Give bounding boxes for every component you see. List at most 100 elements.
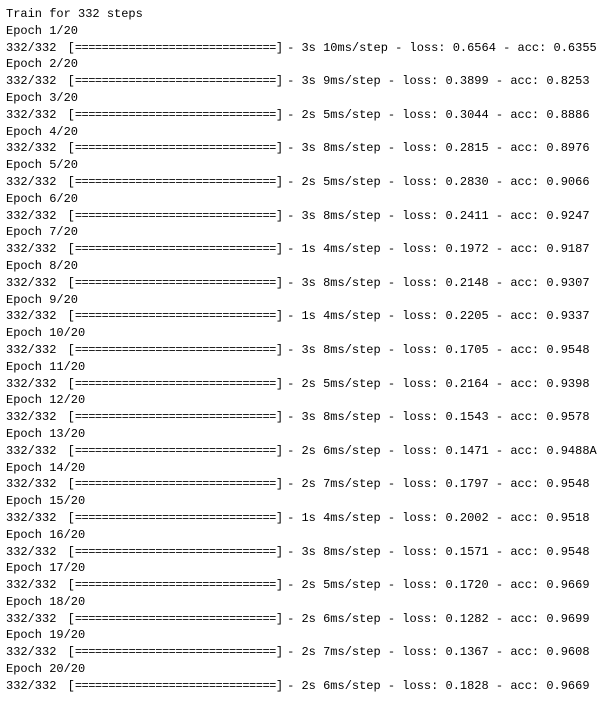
progress-bracket-open: [ xyxy=(60,612,74,626)
progress-bracket-open: [ xyxy=(60,679,74,693)
progress-bar: ============================== xyxy=(75,544,276,561)
step-count: 332/332 xyxy=(6,544,56,561)
epoch-progress-line: 332/332 [==============================]… xyxy=(6,409,595,426)
epoch-label: Epoch 6/20 xyxy=(6,191,595,208)
epoch-progress-line: 332/332 [==============================]… xyxy=(6,308,595,325)
progress-bar: ============================== xyxy=(75,342,276,359)
epoch-progress-line: 332/332 [==============================]… xyxy=(6,275,595,292)
step-count: 332/332 xyxy=(6,342,56,359)
progress-bracket-open: [ xyxy=(60,578,74,592)
train-header: Train for 332 steps xyxy=(6,6,595,23)
progress-bracket-open: [ xyxy=(60,545,74,559)
progress-bracket-close: ] xyxy=(276,343,283,357)
epoch-progress-line: 332/332 [==============================]… xyxy=(6,73,595,90)
epoch-progress-line: 332/332 [==============================]… xyxy=(6,611,595,628)
epoch-metrics: - 2s 5ms/step - loss: 0.3044 - acc: 0.88… xyxy=(287,107,589,124)
progress-bar: ============================== xyxy=(75,140,276,157)
epoch-progress-line: 332/332 [==============================]… xyxy=(6,544,595,561)
step-count: 332/332 xyxy=(6,308,56,325)
progress-bracket-open: [ xyxy=(60,242,74,256)
epoch-metrics: - 2s 5ms/step - loss: 0.2164 - acc: 0.93… xyxy=(287,376,589,393)
epoch-progress-line: 332/332 [==============================]… xyxy=(6,476,595,493)
step-count: 332/332 xyxy=(6,510,56,527)
progress-bar: ============================== xyxy=(75,275,276,292)
progress-bracket-close: ] xyxy=(276,41,283,55)
progress-bracket-close: ] xyxy=(276,410,283,424)
progress-bracket-open: [ xyxy=(60,175,74,189)
progress-bar: ============================== xyxy=(75,577,276,594)
progress-bracket-close: ] xyxy=(276,444,283,458)
progress-bracket-open: [ xyxy=(60,444,74,458)
epoch-label: Epoch 5/20 xyxy=(6,157,595,174)
epoch-progress-line: 332/332 [==============================]… xyxy=(6,208,595,225)
progress-bar: ============================== xyxy=(75,40,276,57)
epoch-label: Epoch 15/20 xyxy=(6,493,595,510)
epoch-metrics: - 3s 8ms/step - loss: 0.1705 - acc: 0.95… xyxy=(287,342,589,359)
progress-bracket-open: [ xyxy=(60,141,74,155)
progress-bracket-open: [ xyxy=(60,41,74,55)
epoch-progress-line: 332/332 [==============================]… xyxy=(6,443,595,460)
epoch-metrics: - 1s 4ms/step - loss: 0.2205 - acc: 0.93… xyxy=(287,308,589,325)
epoch-label: Epoch 9/20 xyxy=(6,292,595,309)
epoch-label: Epoch 3/20 xyxy=(6,90,595,107)
epoch-metrics: - 3s 8ms/step - loss: 0.1543 - acc: 0.95… xyxy=(287,409,589,426)
progress-bracket-open: [ xyxy=(60,377,74,391)
progress-bar: ============================== xyxy=(75,241,276,258)
epoch-metrics: - 2s 5ms/step - loss: 0.2830 - acc: 0.90… xyxy=(287,174,589,191)
epoch-label: Epoch 20/20 xyxy=(6,661,595,678)
epoch-label: Epoch 10/20 xyxy=(6,325,595,342)
epoch-metrics: - 2s 6ms/step - loss: 0.1282 - acc: 0.96… xyxy=(287,611,589,628)
progress-bracket-open: [ xyxy=(60,108,74,122)
epoch-metrics: - 2s 6ms/step - loss: 0.1471 - acc: 0.94… xyxy=(287,443,597,460)
epoch-progress-line: 332/332 [==============================]… xyxy=(6,510,595,527)
epoch-metrics: - 1s 4ms/step - loss: 0.2002 - acc: 0.95… xyxy=(287,510,589,527)
training-output: Train for 332 stepsEpoch 1/20332/332 [==… xyxy=(6,6,595,695)
progress-bar: ============================== xyxy=(75,476,276,493)
progress-bracket-close: ] xyxy=(276,545,283,559)
progress-bar: ============================== xyxy=(75,644,276,661)
step-count: 332/332 xyxy=(6,476,56,493)
epoch-progress-line: 332/332 [==============================]… xyxy=(6,140,595,157)
step-count: 332/332 xyxy=(6,443,56,460)
epoch-label: Epoch 7/20 xyxy=(6,224,595,241)
epoch-progress-line: 332/332 [==============================]… xyxy=(6,40,595,57)
progress-bracket-close: ] xyxy=(276,679,283,693)
step-count: 332/332 xyxy=(6,73,56,90)
epoch-progress-line: 332/332 [==============================]… xyxy=(6,342,595,359)
progress-bar: ============================== xyxy=(75,510,276,527)
step-count: 332/332 xyxy=(6,678,56,695)
progress-bracket-close: ] xyxy=(276,209,283,223)
progress-bracket-open: [ xyxy=(60,645,74,659)
epoch-progress-line: 332/332 [==============================]… xyxy=(6,678,595,695)
progress-bracket-close: ] xyxy=(276,377,283,391)
progress-bracket-open: [ xyxy=(60,410,74,424)
epoch-metrics: - 3s 9ms/step - loss: 0.3899 - acc: 0.82… xyxy=(287,73,589,90)
progress-bar: ============================== xyxy=(75,73,276,90)
progress-bracket-close: ] xyxy=(276,141,283,155)
progress-bracket-open: [ xyxy=(60,343,74,357)
progress-bracket-open: [ xyxy=(60,74,74,88)
progress-bar: ============================== xyxy=(75,443,276,460)
progress-bracket-close: ] xyxy=(276,108,283,122)
progress-bracket-close: ] xyxy=(276,511,283,525)
progress-bracket-close: ] xyxy=(276,74,283,88)
step-count: 332/332 xyxy=(6,376,56,393)
progress-bracket-open: [ xyxy=(60,209,74,223)
epoch-label: Epoch 11/20 xyxy=(6,359,595,376)
progress-bar: ============================== xyxy=(75,376,276,393)
epoch-progress-line: 332/332 [==============================]… xyxy=(6,644,595,661)
epoch-progress-line: 332/332 [==============================]… xyxy=(6,376,595,393)
progress-bar: ============================== xyxy=(75,611,276,628)
epoch-metrics: - 3s 8ms/step - loss: 0.2148 - acc: 0.93… xyxy=(287,275,589,292)
epoch-metrics: - 1s 4ms/step - loss: 0.1972 - acc: 0.91… xyxy=(287,241,589,258)
step-count: 332/332 xyxy=(6,409,56,426)
epoch-label: Epoch 4/20 xyxy=(6,124,595,141)
step-count: 332/332 xyxy=(6,140,56,157)
progress-bracket-close: ] xyxy=(276,612,283,626)
epoch-metrics: - 2s 7ms/step - loss: 0.1797 - acc: 0.95… xyxy=(287,476,589,493)
step-count: 332/332 xyxy=(6,107,56,124)
progress-bracket-close: ] xyxy=(276,309,283,323)
step-count: 332/332 xyxy=(6,644,56,661)
step-count: 332/332 xyxy=(6,40,56,57)
progress-bar: ============================== xyxy=(75,107,276,124)
